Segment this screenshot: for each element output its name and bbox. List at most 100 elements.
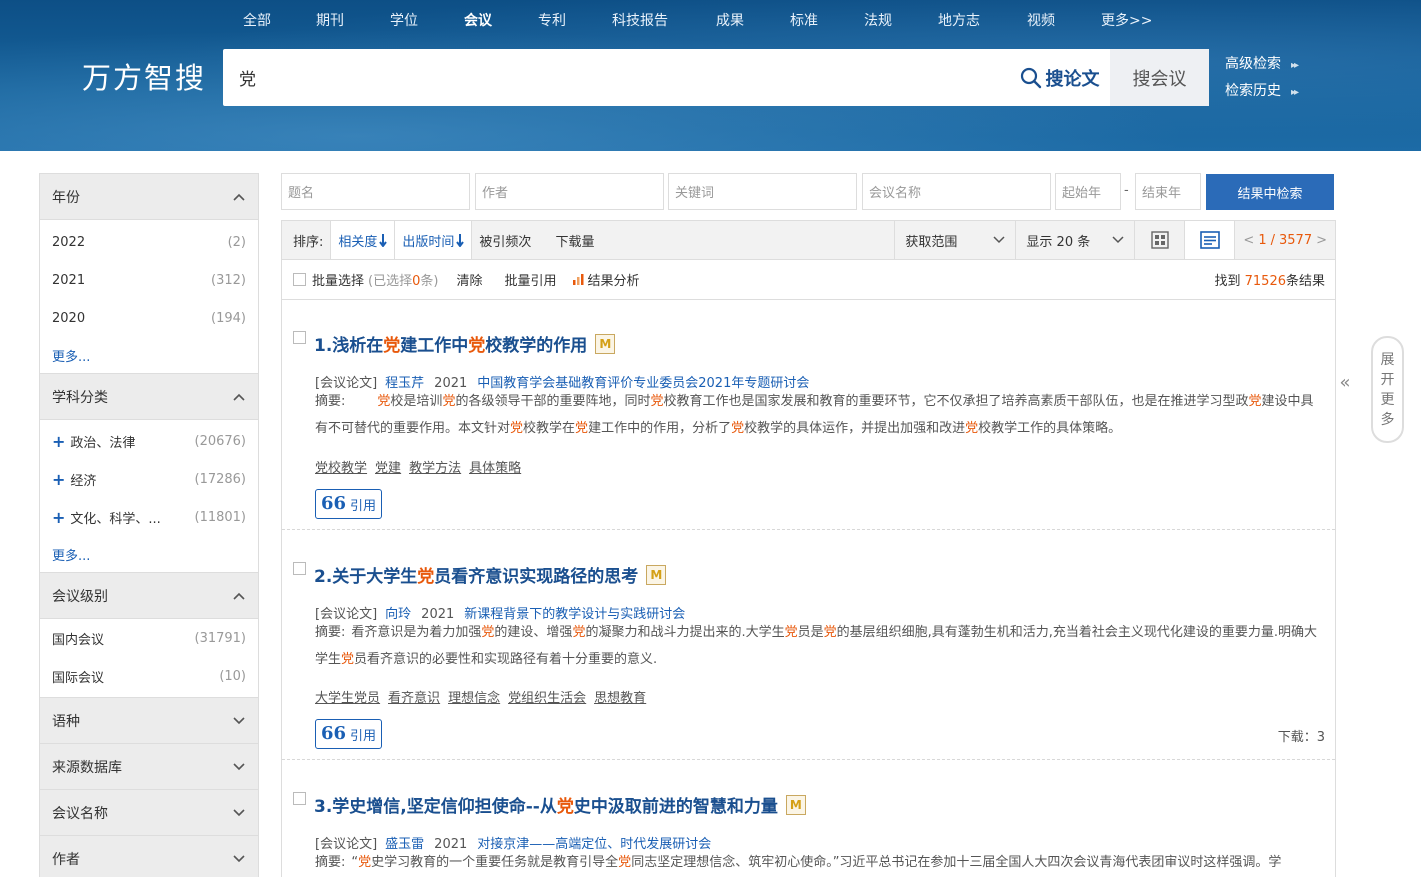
chevron-up-icon bbox=[232, 589, 246, 603]
nav-tab[interactable]: 法规 bbox=[864, 10, 892, 30]
keyword-link[interactable]: 教学方法 bbox=[409, 461, 461, 476]
page-total: 3577 bbox=[1279, 232, 1313, 248]
end-year-input[interactable]: 结束年 bbox=[1135, 173, 1201, 210]
conference-filter-input[interactable]: 会议名称 bbox=[862, 173, 1051, 210]
search-history-link[interactable]: 检索历史 ▸▸ bbox=[1225, 80, 1299, 100]
facet-year-header[interactable]: 年份 bbox=[40, 174, 258, 220]
keyword-link[interactable]: 具体策略 bbox=[469, 461, 521, 476]
multi-version-icon[interactable]: M bbox=[785, 795, 806, 815]
nav-tab[interactable]: 成果 bbox=[716, 10, 744, 30]
result-title[interactable]: 1.浅析在党建工作中党校教学的作用 M bbox=[314, 331, 616, 356]
sort-pubtime[interactable]: 出版时间 bbox=[395, 221, 473, 259]
facet-item[interactable]: 2021 (312) bbox=[40, 261, 258, 299]
result-checkbox[interactable] bbox=[293, 792, 306, 805]
nav-tab[interactable]: 视频 bbox=[1027, 10, 1055, 30]
list-view-button[interactable] bbox=[1184, 221, 1235, 259]
result-title[interactable]: 2.关于大学生党员看齐意识实现路径的思考 M bbox=[314, 562, 667, 587]
result-analysis-button[interactable]: 结果分析 bbox=[572, 270, 640, 289]
page-size-label: 显示 20 条 bbox=[1026, 234, 1091, 250]
keyword-part: 思想教育 bbox=[594, 691, 647, 706]
clear-button[interactable]: 清除 bbox=[456, 270, 482, 289]
abstract-part: 的建设、增强 bbox=[494, 625, 573, 640]
facet-item[interactable]: 国际会议 (10) bbox=[40, 657, 258, 695]
keyword-link[interactable]: 党组织生活会 bbox=[508, 691, 586, 706]
sort-relevance[interactable]: 相关度 bbox=[330, 221, 396, 259]
facet-collapsed-header[interactable]: 作者 bbox=[40, 836, 258, 877]
search-input[interactable] bbox=[239, 63, 999, 91]
keyword-link[interactable]: 思想教育 bbox=[594, 691, 646, 706]
keyword-link[interactable]: 理想信念 bbox=[448, 691, 500, 706]
author-filter-input[interactable]: 作者 bbox=[475, 173, 664, 210]
multi-version-icon[interactable]: M bbox=[595, 334, 616, 354]
result-checkbox[interactable] bbox=[293, 331, 306, 344]
found-count: 71526 bbox=[1244, 274, 1286, 289]
batch-cite-button[interactable]: 批量引用 bbox=[504, 270, 556, 289]
search-within-results-button[interactable]: 结果中检索 bbox=[1206, 174, 1334, 210]
sort-bar: 排序: 相关度 出版时间 被引频次 下载量 获取范围 显示 20 条 <1/35… bbox=[281, 220, 1336, 260]
page-size-dropdown[interactable]: 显示 20 条 bbox=[1015, 221, 1134, 259]
expand-more-button[interactable]: 展开更多 bbox=[1371, 336, 1404, 443]
chevron-down-icon bbox=[232, 852, 246, 866]
plus-icon[interactable]: + bbox=[52, 432, 65, 451]
keyword-part: 党 bbox=[354, 691, 368, 706]
result-checkbox[interactable] bbox=[293, 562, 306, 575]
sort-downloads[interactable]: 下载量 bbox=[548, 221, 601, 259]
title-part: 学史增信,坚定信仰担使命--从 bbox=[332, 797, 557, 817]
facet-subject-more-link[interactable]: 更多... bbox=[40, 536, 258, 572]
expand-char: 多 bbox=[1380, 411, 1395, 428]
prev-page-button[interactable]: < bbox=[1243, 233, 1254, 248]
keyword-link[interactable]: 大学生党员 bbox=[315, 691, 380, 706]
keyword-link[interactable]: 党校教学 bbox=[315, 461, 367, 476]
nav-tab[interactable]: 会议 bbox=[464, 10, 492, 30]
start-year-input[interactable]: 起始年 bbox=[1055, 173, 1121, 210]
nav-tab[interactable]: 科技报告 bbox=[612, 10, 668, 30]
quote-icon: 66 bbox=[320, 493, 347, 514]
facet-item[interactable]: 国内会议 (31791) bbox=[40, 619, 258, 657]
keyword-part: 员 bbox=[367, 691, 381, 706]
nav-tab[interactable]: 专利 bbox=[538, 10, 566, 30]
facet-item[interactable]: 2022 (2) bbox=[40, 223, 258, 261]
facet-collapsed-header[interactable]: 语种 bbox=[40, 698, 258, 744]
results-found: 找到 71526条结果 bbox=[1214, 270, 1325, 289]
keyword-link[interactable]: 党建 bbox=[375, 461, 401, 476]
next-page-button[interactable]: > bbox=[1316, 233, 1327, 248]
grid-view-button[interactable] bbox=[1134, 221, 1184, 259]
collapse-panel-button[interactable]: « bbox=[1337, 352, 1353, 412]
range-dropdown[interactable]: 获取范围 bbox=[894, 221, 1015, 259]
advanced-search-link[interactable]: 高级检索 ▸▸ bbox=[1225, 53, 1299, 73]
nav-tab[interactable]: 地方志 bbox=[938, 10, 980, 30]
facet-item[interactable]: 2020 (194) bbox=[40, 299, 258, 337]
title-part: 史中汲取前进的智慧和力量 bbox=[573, 797, 778, 817]
keyword-part: 党 bbox=[315, 461, 329, 476]
cite-button[interactable]: 66 引用 bbox=[315, 719, 382, 749]
keyword-link[interactable]: 看齐意识 bbox=[388, 691, 440, 706]
abstract-part: 党 bbox=[575, 421, 589, 436]
download-count: 下载：3 bbox=[1277, 730, 1325, 745]
facet-item[interactable]: + 文化、科学、... (11801) bbox=[40, 498, 258, 536]
cite-button[interactable]: 66 引用 bbox=[315, 489, 382, 519]
plus-icon[interactable]: + bbox=[52, 508, 65, 527]
facet-item[interactable]: + 政治、法律 (20676) bbox=[40, 422, 258, 460]
result-title[interactable]: 3.学史增信,坚定信仰担使命--从党史中汲取前进的智慧和力量 M bbox=[314, 792, 806, 817]
facet-collapsed-header[interactable]: 来源数据库 bbox=[40, 744, 258, 790]
title-filter-input[interactable]: 题名 bbox=[281, 173, 470, 210]
facet-subject-header[interactable]: 学科分类 bbox=[40, 374, 258, 420]
facet-collapsed-header[interactable]: 会议名称 bbox=[40, 790, 258, 836]
search-papers-button[interactable]: 搜论文 bbox=[1009, 49, 1110, 106]
nav-tab[interactable]: 学位 bbox=[390, 10, 418, 30]
facet-year-more-link[interactable]: 更多... bbox=[40, 337, 258, 373]
facet-item[interactable]: + 经济 (17286) bbox=[40, 460, 258, 498]
sort-citations[interactable]: 被引频次 bbox=[472, 221, 538, 259]
keyword-filter-input[interactable]: 关键词 bbox=[668, 173, 857, 210]
plus-icon[interactable]: + bbox=[52, 470, 65, 489]
title-part: 关于大学生 bbox=[332, 567, 418, 587]
multi-version-icon[interactable]: M bbox=[646, 565, 667, 585]
batch-select-checkbox[interactable] bbox=[293, 273, 306, 286]
search-conference-button[interactable]: 搜会议 bbox=[1110, 49, 1209, 106]
facet-level-header[interactable]: 会议级别 bbox=[40, 573, 258, 619]
nav-tab[interactable]: 期刊 bbox=[316, 10, 344, 30]
chevron-down-icon bbox=[993, 236, 1005, 244]
nav-tab[interactable]: 标准 bbox=[790, 10, 818, 30]
nav-tab[interactable]: 全部 bbox=[243, 10, 271, 30]
nav-tab[interactable]: 更多>> bbox=[1101, 10, 1152, 30]
